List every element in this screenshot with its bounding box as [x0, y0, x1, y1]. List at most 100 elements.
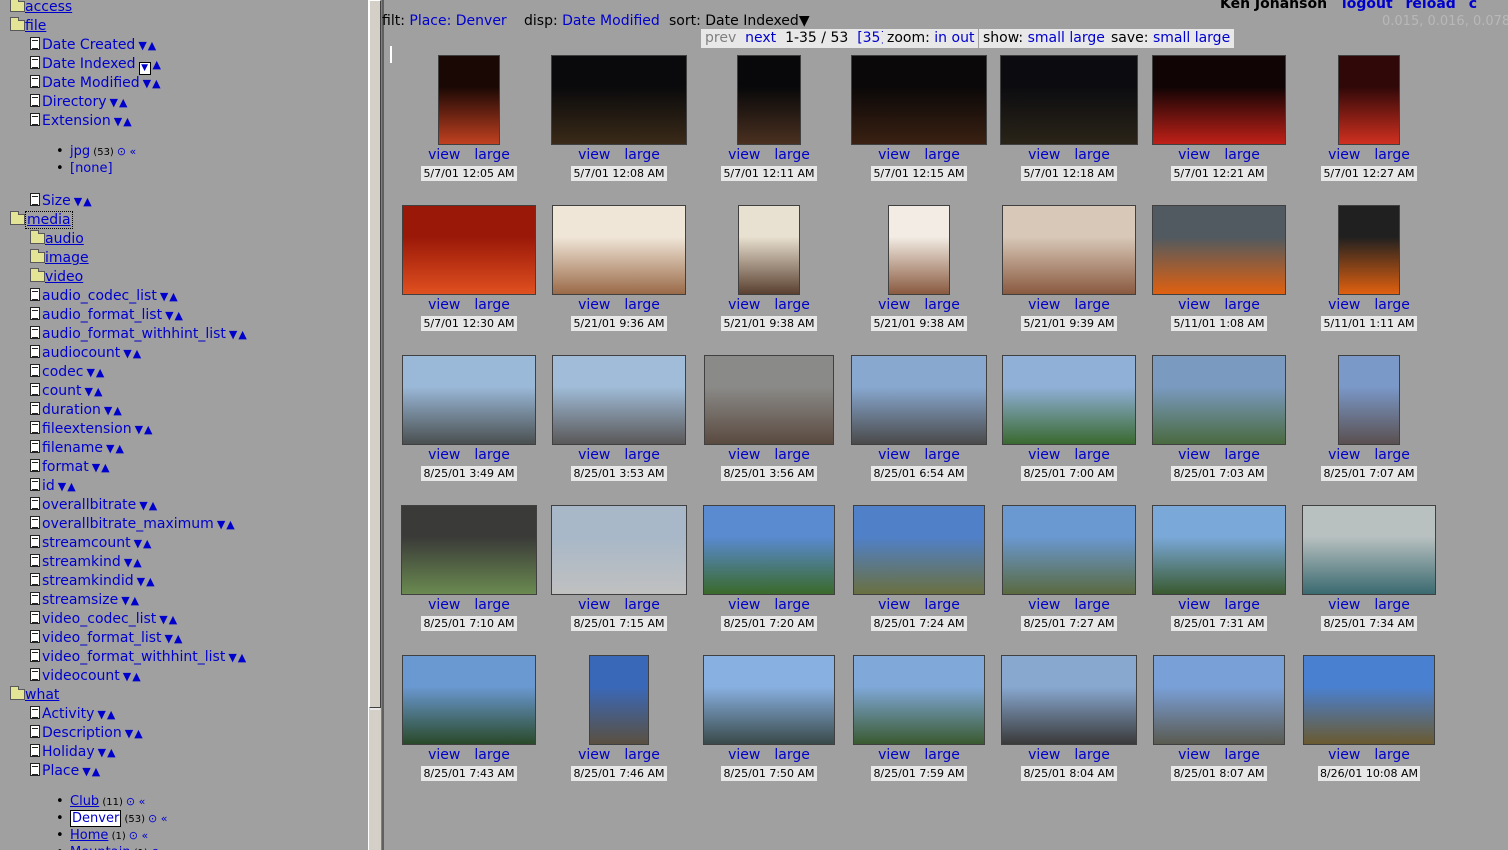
facet-value-link[interactable]: [none]: [70, 161, 113, 176]
tree-item-video-codec-list[interactable]: video_codec_list ▼▲: [30, 610, 178, 629]
tree-item-label[interactable]: video: [45, 269, 83, 285]
tree-item-description[interactable]: Description ▼▲: [30, 724, 144, 743]
photo-thumbnail[interactable]: [552, 205, 686, 295]
photo-thumbnail[interactable]: [1002, 505, 1136, 595]
large-link[interactable]: large: [474, 447, 509, 463]
pane-divider[interactable]: [382, 0, 384, 850]
large-link[interactable]: large: [1074, 147, 1109, 163]
photo-thumbnail[interactable]: [402, 205, 536, 295]
tree-item-label[interactable]: overallbitrate_maximum: [42, 516, 214, 532]
page-size-link[interactable]: [35]: [857, 30, 886, 46]
tree-item-streamcount[interactable]: streamcount ▼▲: [30, 534, 152, 553]
view-link[interactable]: view: [728, 147, 760, 163]
view-link[interactable]: view: [428, 447, 460, 463]
tree-item-duration[interactable]: duration ▼▲: [30, 401, 123, 420]
photo-thumbnail[interactable]: [1000, 55, 1138, 145]
view-link[interactable]: view: [1328, 747, 1360, 763]
large-link[interactable]: large: [474, 597, 509, 613]
large-link[interactable]: large: [1224, 597, 1259, 613]
photo-thumbnail[interactable]: [589, 655, 649, 745]
tree-item-label[interactable]: streamcount: [42, 535, 131, 551]
photo-thumbnail[interactable]: [1152, 355, 1286, 445]
large-link[interactable]: large: [624, 747, 659, 763]
large-link[interactable]: large: [474, 297, 509, 313]
photo-thumbnail[interactable]: [1002, 355, 1136, 445]
sort-arrows-icon[interactable]: ▼▲: [125, 727, 144, 740]
photo-thumbnail[interactable]: [401, 505, 537, 595]
tree-item-label[interactable]: Extension: [42, 113, 111, 129]
facet-value-link[interactable]: Denver: [70, 810, 122, 827]
large-link[interactable]: large: [774, 747, 809, 763]
sort-arrows-icon[interactable]: ▼▲: [110, 96, 129, 109]
tree-item-label[interactable]: Date Indexed: [42, 56, 136, 72]
view-link[interactable]: view: [728, 747, 760, 763]
view-link[interactable]: view: [1328, 447, 1360, 463]
tree-item-label[interactable]: access: [25, 0, 72, 15]
photo-thumbnail[interactable]: [704, 355, 834, 445]
photo-thumbnail[interactable]: [402, 355, 536, 445]
photo-thumbnail[interactable]: [1303, 655, 1435, 745]
large-link[interactable]: large: [1224, 747, 1259, 763]
tree-item-size[interactable]: Size ▼▲: [30, 192, 93, 211]
view-link[interactable]: view: [1328, 297, 1360, 313]
sort-arrows-icon[interactable]: ▲: [153, 58, 162, 71]
tree-item-videocount[interactable]: videocount ▼▲: [30, 667, 142, 686]
large-link[interactable]: large: [1074, 747, 1109, 763]
large-link[interactable]: large: [474, 747, 509, 763]
facet-action-icon[interactable]: ⊙ «: [117, 145, 136, 158]
large-link[interactable]: large: [1224, 297, 1259, 313]
view-link[interactable]: view: [1178, 147, 1210, 163]
large-link[interactable]: large: [924, 147, 959, 163]
tree-item-video-format-list[interactable]: video_format_list ▼▲: [30, 629, 183, 648]
view-link[interactable]: view: [728, 447, 760, 463]
view-link[interactable]: view: [1028, 447, 1060, 463]
facet-action-icon[interactable]: ⊙ «: [151, 846, 170, 850]
photo-thumbnail[interactable]: [1338, 355, 1400, 445]
tree-item-id[interactable]: id ▼▲: [30, 477, 77, 496]
tree-item-label[interactable]: codec: [42, 364, 83, 380]
facet-value-link[interactable]: Club: [70, 794, 99, 809]
photo-thumbnail[interactable]: [1338, 205, 1400, 295]
sort-arrows-icon[interactable]: ▼▲: [137, 575, 156, 588]
facet-value-link[interactable]: Home: [70, 828, 108, 843]
view-link[interactable]: view: [578, 147, 610, 163]
photo-thumbnail[interactable]: [851, 55, 987, 145]
tree-item-label[interactable]: videocount: [42, 668, 120, 684]
view-link[interactable]: view: [428, 147, 460, 163]
photo-thumbnail[interactable]: [402, 655, 536, 745]
large-link[interactable]: large: [624, 297, 659, 313]
save-small-link[interactable]: small: [1153, 30, 1190, 46]
tree-item-format[interactable]: format ▼▲: [30, 458, 111, 477]
view-link[interactable]: view: [1178, 597, 1210, 613]
tree-item-audio-codec-list[interactable]: audio_codec_list ▼▲: [30, 287, 179, 306]
facet-action-icon[interactable]: ⊙ «: [126, 795, 145, 808]
tree-item-label[interactable]: filename: [42, 440, 103, 456]
view-link[interactable]: view: [428, 597, 460, 613]
photo-thumbnail[interactable]: [888, 205, 950, 295]
zoom-out-link[interactable]: out: [952, 30, 975, 46]
view-link[interactable]: view: [1178, 747, 1210, 763]
large-link[interactable]: large: [1374, 147, 1409, 163]
photo-thumbnail[interactable]: [853, 655, 985, 745]
sort-arrows-icon[interactable]: ▼▲: [92, 461, 111, 474]
sort-arrows-icon[interactable]: ▼▲: [121, 594, 140, 607]
large-link[interactable]: large: [1224, 147, 1259, 163]
tree-item-audiocount[interactable]: audiocount ▼▲: [30, 344, 142, 363]
large-link[interactable]: large: [624, 147, 659, 163]
tree-item-label[interactable]: audio: [45, 231, 84, 247]
tree-item-label[interactable]: media: [25, 211, 73, 229]
tree-item-label[interactable]: audio_format_withhint_list: [42, 326, 226, 342]
tree-item-label[interactable]: overallbitrate: [42, 497, 136, 513]
photo-thumbnail[interactable]: [703, 655, 835, 745]
view-link[interactable]: view: [1028, 597, 1060, 613]
tree-item-overallbitrate[interactable]: overallbitrate ▼▲: [30, 496, 158, 515]
view-link[interactable]: view: [728, 297, 760, 313]
facet-action-icon[interactable]: ⊙ «: [129, 829, 148, 842]
logout-link[interactable]: logout: [1342, 0, 1393, 12]
large-link[interactable]: large: [1374, 297, 1409, 313]
large-link[interactable]: large: [1374, 747, 1409, 763]
view-link[interactable]: view: [578, 597, 610, 613]
sort-arrows-icon[interactable]: ▼▲: [58, 480, 77, 493]
large-link[interactable]: large: [624, 597, 659, 613]
tree-item-label[interactable]: audio_format_list: [42, 307, 162, 323]
